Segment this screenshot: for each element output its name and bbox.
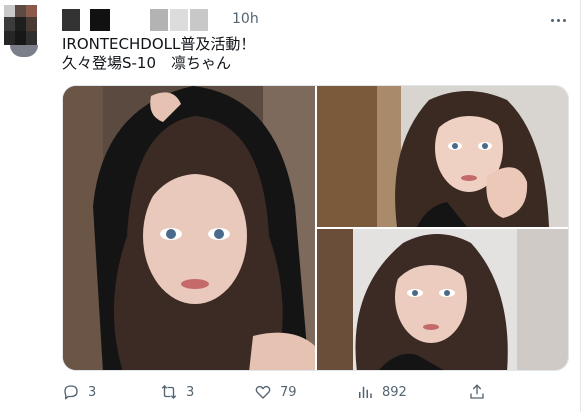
dot (550, 18, 554, 22)
like-count: 79 (280, 384, 297, 400)
handle-redacted[interactable] (170, 9, 188, 31)
heart-icon (255, 385, 271, 399)
avatar-pixel (15, 17, 26, 31)
reply-button[interactable]: 3 (62, 380, 96, 404)
avatar-pixel (4, 5, 15, 17)
photo-3-image (317, 229, 568, 370)
tweet-text-line: IRONTECHDOLL普及活動！ (62, 35, 256, 53)
retweet-icon (161, 385, 177, 399)
avatar-pixel (4, 31, 15, 45)
avatar-pixel (26, 17, 37, 31)
bar-chart-icon (359, 386, 372, 398)
avatar-pixel (15, 5, 26, 17)
retweet-button[interactable]: 3 (160, 380, 194, 404)
photo-3[interactable] (317, 229, 568, 370)
photo-1-image (63, 86, 315, 370)
avatar[interactable] (4, 5, 48, 57)
handle-redacted[interactable] (190, 9, 208, 31)
like-button[interactable]: 79 (254, 380, 297, 404)
media-grid (62, 85, 569, 371)
avatar-pixel (10, 45, 38, 57)
display-name-redacted[interactable] (90, 9, 110, 31)
dot (562, 18, 566, 22)
avatar-pixel (26, 5, 37, 17)
display-name-redacted[interactable] (62, 9, 80, 31)
share-button[interactable] (468, 380, 486, 404)
tweet-card[interactable]: 10h IRONTECHDOLL普及活動！ 久々登場S-10 凛ちゃん 3 3 … (0, 0, 587, 412)
dot (556, 18, 560, 22)
photo-2[interactable] (317, 86, 568, 227)
photo-1[interactable] (63, 86, 315, 370)
tweet-timestamp[interactable]: 10h (232, 11, 259, 27)
handle-redacted[interactable] (150, 9, 168, 31)
views-button[interactable]: 892 (356, 380, 407, 404)
avatar-pixel (15, 31, 26, 45)
tweet-text-line: 久々登場S-10 凛ちゃん (62, 54, 232, 72)
more-horizontal-icon[interactable] (544, 9, 572, 31)
avatar-pixel (4, 17, 15, 31)
views-count: 892 (382, 384, 407, 400)
action-bar: 3 3 79 892 (62, 380, 562, 404)
reply-count: 3 (88, 384, 97, 400)
photo-2-image (317, 86, 568, 227)
avatar-pixel (26, 31, 37, 45)
share-upload-icon (470, 384, 484, 399)
retweet-count: 3 (186, 384, 195, 400)
timeline-divider (580, 0, 581, 412)
reply-bubble-icon (64, 385, 78, 400)
